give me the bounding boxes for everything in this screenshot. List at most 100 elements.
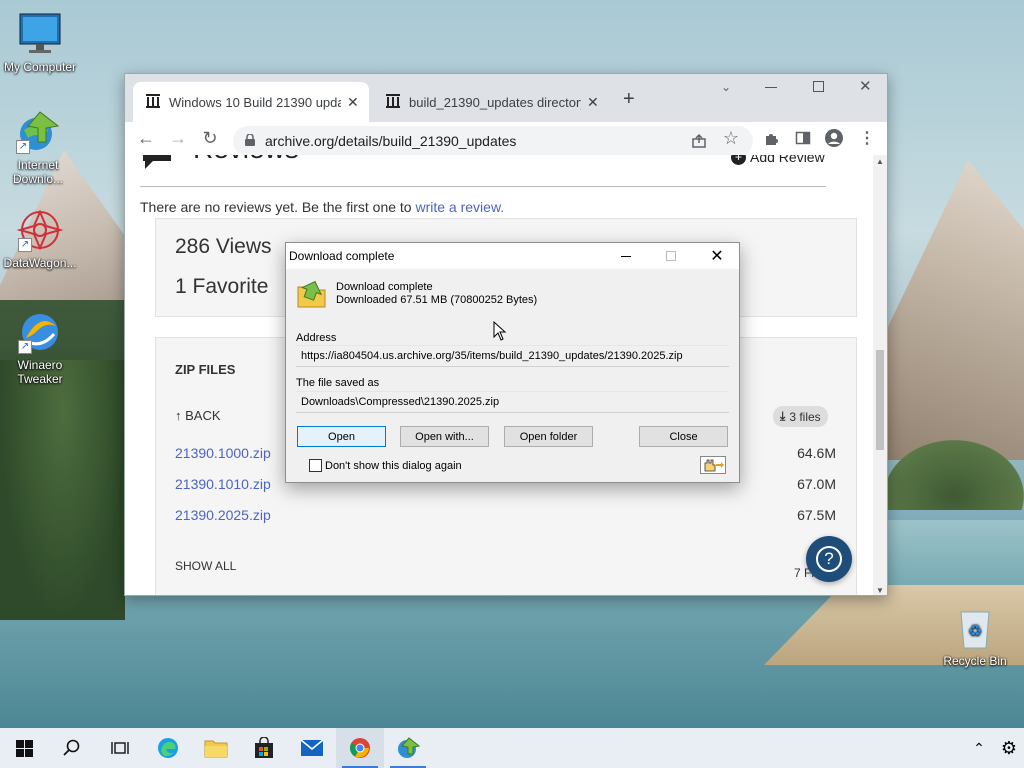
back-link[interactable]: ↑ BACK (175, 408, 221, 423)
saved-as-field[interactable]: Downloads\Compressed\21390.2025.zip (296, 391, 729, 413)
shortcut-arrow-icon: ↗ (16, 140, 30, 154)
show-all-link[interactable]: SHOW ALL (175, 559, 236, 573)
extensions-icon[interactable] (759, 126, 783, 150)
maximize-button[interactable] (813, 81, 824, 92)
new-tab-button[interactable]: + (623, 88, 635, 111)
back-label: BACK (185, 408, 221, 423)
share-icon[interactable] (687, 129, 711, 153)
idm-globe-icon (398, 737, 420, 758)
help-button[interactable]: ? (806, 536, 852, 582)
open-folder-button[interactable]: Open folder (504, 426, 593, 447)
desktop-icon-label: My Computer (3, 60, 77, 74)
reviews-heading: Reviews (193, 155, 299, 165)
scroll-down-icon[interactable]: ▼ (876, 586, 884, 595)
desktop-icon-recycle-bin[interactable]: ♻ Recycle Bin (935, 604, 1015, 668)
task-view-button[interactable] (96, 728, 144, 768)
search-icon (63, 739, 80, 756)
idm-globe-icon: ↗ (14, 108, 62, 156)
bookmark-star-icon[interactable]: ☆ (719, 126, 743, 150)
add-review-label: Add Review (750, 155, 825, 165)
tab-close-icon[interactable]: ✕ (587, 94, 599, 111)
tab-close-icon[interactable]: ✕ (347, 94, 359, 111)
desktop-icon-winaero-tweaker[interactable]: ↗ Winaero Tweaker (0, 308, 80, 386)
taskbar-mail[interactable] (288, 728, 336, 768)
page-scrollbar[interactable]: ▲ ▼ (873, 155, 887, 595)
checkbox-box[interactable] (309, 459, 322, 472)
url-text: archive.org/details/build_21390_updates (265, 133, 517, 149)
tab-windows-10-build[interactable]: Windows 10 Build 21390 updates ✕ (133, 82, 369, 122)
window-close-button[interactable]: ✕ (859, 77, 872, 95)
start-button[interactable] (0, 728, 48, 768)
address-bar[interactable]: archive.org/details/build_21390_updates (233, 126, 753, 156)
edge-icon (158, 738, 178, 758)
forward-arrow-icon[interactable]: → (166, 126, 190, 150)
drag-hand-icon[interactable] (700, 456, 726, 474)
mouse-cursor-icon (493, 320, 507, 346)
task-view-icon (111, 742, 129, 754)
back-up-arrow-icon: ↑ (175, 408, 182, 423)
tab-title: build_21390_updates directory listing (409, 94, 581, 110)
desktop-icon-internet-download-manager[interactable]: ↗ Internet Downlo... (0, 108, 76, 186)
desktop-icon-label: Winaero Tweaker (17, 358, 63, 386)
file-link[interactable]: 21390.1000.zip (175, 445, 271, 461)
minimize-button[interactable] (765, 80, 785, 94)
desktop-icon-datawagon[interactable]: ↗ DataWagon... (0, 206, 80, 270)
side-panel-icon[interactable] (791, 126, 815, 150)
taskbar-edge[interactable] (144, 728, 192, 768)
open-button[interactable]: Open (297, 426, 386, 447)
divider (140, 186, 826, 187)
desktop-icon-my-computer[interactable]: My Computer (0, 10, 80, 74)
checkbox-label: Don't show this dialog again (325, 459, 462, 472)
dialog-close-button[interactable]: ✕ (695, 243, 739, 269)
datawagon-icon: ↗ (16, 206, 64, 254)
menu-kebab-icon[interactable]: ⋮ (855, 126, 879, 150)
archive-favicon-icon (385, 93, 401, 112)
open-with-button[interactable]: Open with... (400, 426, 489, 447)
recycle-bin-icon: ♻ (951, 604, 999, 652)
shortcut-arrow-icon: ↗ (18, 238, 32, 252)
svg-text:♻: ♻ (968, 621, 982, 640)
no-reviews-label: There are no reviews yet. Be the first o… (140, 199, 416, 215)
windows-logo-icon (15, 739, 33, 757)
settings-gear-icon[interactable]: ⚙ (994, 728, 1024, 768)
help-question-icon: ? (816, 546, 842, 572)
file-size: 67.0M (797, 476, 836, 492)
add-circle-icon: + (731, 155, 746, 165)
taskbar-file-explorer[interactable] (192, 728, 240, 768)
back-arrow-icon[interactable]: ← (134, 126, 158, 150)
saved-as-label: The file saved as (296, 377, 380, 389)
scroll-up-icon[interactable]: ▲ (876, 157, 884, 166)
taskbar-store[interactable] (240, 728, 288, 768)
taskbar-idm[interactable] (384, 728, 432, 768)
dialog-heading: Download complete (336, 281, 433, 293)
tab-strip: Windows 10 Build 21390 updates ✕ build_2… (125, 74, 887, 122)
archive-favicon-icon (145, 93, 161, 112)
close-button[interactable]: Close (639, 426, 728, 447)
files-count-badge[interactable]: ⤓ 3 files (773, 406, 828, 427)
file-link[interactable]: 21390.2025.zip (175, 507, 271, 523)
address-label: Address (296, 332, 337, 344)
add-review-link[interactable]: + Add Review (731, 155, 825, 165)
dialog-minimize-button[interactable] (604, 243, 648, 269)
dialog-maximize-button[interactable] (649, 243, 693, 269)
desktop-icon-label: DataWagon... (3, 256, 77, 270)
file-link[interactable]: 21390.1010.zip (175, 476, 271, 492)
taskbar-chrome[interactable] (336, 728, 384, 768)
download-complete-dialog: Download complete ✕ Download complete Do… (285, 242, 740, 483)
profile-avatar-icon[interactable] (822, 126, 846, 150)
tab-directory-listing[interactable]: build_21390_updates directory listing ✕ (373, 82, 609, 122)
search-button[interactable] (48, 728, 96, 768)
scrollbar-thumb[interactable] (876, 350, 884, 450)
tab-search-icon[interactable]: ⌄ (721, 80, 731, 94)
reload-icon[interactable]: ↻ (198, 126, 222, 150)
dont-show-checkbox[interactable]: Don't show this dialog again (309, 459, 462, 472)
download-icon: ⤓ (780, 409, 786, 423)
write-review-link[interactable]: write a review. (415, 199, 504, 215)
dialog-title-bar: Download complete ✕ (286, 243, 739, 269)
views-count: 286 Views (175, 235, 272, 258)
files-count-label: 3 files (789, 409, 821, 424)
system-tray-chevron-icon[interactable]: ⌃ (964, 728, 994, 768)
lock-icon (245, 133, 255, 149)
zip-files-heading: ZIP FILES (175, 362, 236, 377)
address-field[interactable]: https://ia804504.us.archive.org/35/items… (296, 345, 729, 367)
